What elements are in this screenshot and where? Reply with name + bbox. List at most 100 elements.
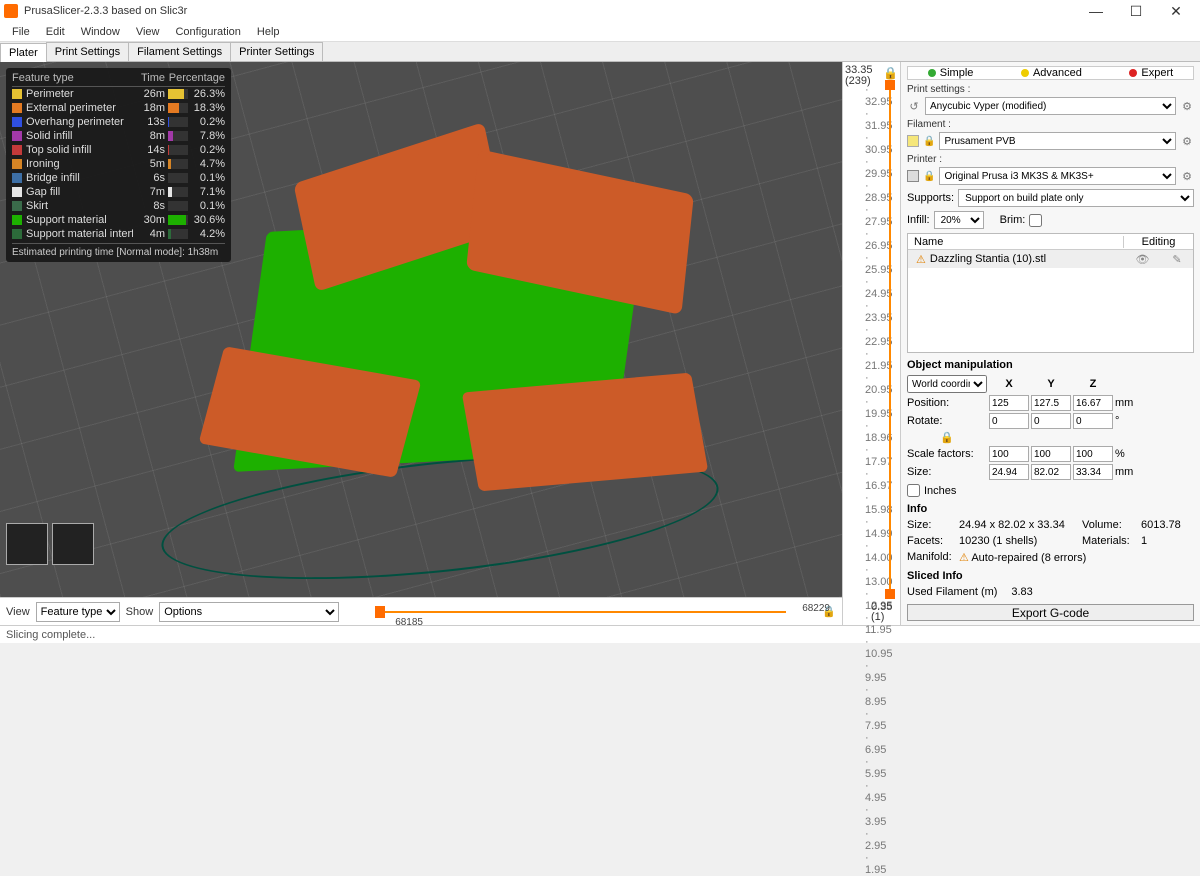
object-list: Name Editing ⚠Dazzling Stantia (10).stl … — [907, 233, 1194, 353]
info-title: Info — [907, 503, 1194, 515]
edit-icon[interactable]: ✎ — [1172, 253, 1181, 266]
mode-simple[interactable]: Simple — [928, 67, 974, 79]
tab-printer-settings[interactable]: Printer Settings — [230, 42, 323, 61]
mode-expert[interactable]: Expert — [1129, 67, 1173, 79]
feature-swatch — [12, 159, 22, 169]
tab-print-settings[interactable]: Print Settings — [46, 42, 129, 61]
ruler-tick: · 6.95 — [865, 732, 893, 756]
warning-icon: ⚠ — [916, 253, 926, 266]
ruler-tick: · 5.95 — [865, 756, 893, 780]
rot-y[interactable] — [1031, 413, 1071, 429]
minimize-button[interactable]: — — [1076, 0, 1116, 22]
view-layers-icon[interactable] — [52, 523, 94, 565]
layer-slider[interactable]: 33.35 (239) 🔒 · 32.95· 31.95· 30.95· 29.… — [842, 62, 900, 625]
slider-handle[interactable] — [375, 606, 385, 618]
legend-hdr-type: Feature type — [12, 72, 133, 84]
status-bar: Slicing complete... — [0, 625, 1200, 643]
menu-file[interactable]: File — [4, 24, 38, 40]
gear-icon[interactable]: ⚙ — [1180, 170, 1194, 183]
rot-z[interactable] — [1073, 413, 1113, 429]
print-settings-select[interactable]: Anycubic Vyper (modified) — [925, 97, 1176, 115]
size-x[interactable] — [989, 464, 1029, 480]
ruler-tick: · 10.95 — [865, 636, 893, 660]
estimate-text: Estimated printing time [Normal mode]: 1… — [12, 243, 225, 258]
slider-handle-top[interactable] — [885, 80, 895, 90]
export-gcode-button[interactable]: Export G-code — [907, 604, 1194, 621]
mode-advanced[interactable]: Advanced — [1021, 67, 1082, 79]
lock-icon[interactable]: 🔒 — [907, 431, 987, 444]
printer-label: Printer : — [907, 154, 1194, 165]
pos-x[interactable] — [989, 395, 1029, 411]
scale-z[interactable] — [1073, 446, 1113, 462]
mode-selector: Simple Advanced Expert — [907, 66, 1194, 80]
menu-view[interactable]: View — [128, 24, 168, 40]
menu-window[interactable]: Window — [73, 24, 128, 40]
object-row[interactable]: ⚠Dazzling Stantia (10).stl 👁✎ — [908, 250, 1193, 268]
infill-label: Infill: — [907, 214, 930, 226]
feature-row[interactable]: Solid infill 8m 7.8% — [12, 129, 225, 143]
printer-select[interactable]: Original Prusa i3 MK3S & MK3S+ — [939, 167, 1176, 185]
feature-row[interactable]: Gap fill 7m 7.1% — [12, 185, 225, 199]
slider-below-value: 68185 — [395, 617, 423, 628]
3d-viewport[interactable]: Feature type Time Percentage Perimeter 2… — [0, 62, 842, 625]
feature-row[interactable]: Perimeter 26m 26.3% — [12, 87, 225, 101]
inches-checkbox[interactable] — [907, 484, 920, 497]
coords-select[interactable]: World coordinates — [907, 375, 987, 393]
horizontal-slider-bar: View Feature type Show Options 68229 681… — [0, 597, 842, 625]
pos-y[interactable] — [1031, 395, 1071, 411]
feature-row[interactable]: Ironing 5m 4.7% — [12, 157, 225, 171]
feature-swatch — [12, 103, 22, 113]
feature-swatch — [12, 89, 22, 99]
tab-filament-settings[interactable]: Filament Settings — [128, 42, 231, 61]
right-panel: Simple Advanced Expert Print settings : … — [900, 62, 1200, 625]
ruler-tick: · 1.95 — [865, 852, 893, 876]
window-title: PrusaSlicer-2.3.3 based on Slic3r — [24, 5, 1076, 17]
close-button[interactable]: ✕ — [1156, 0, 1196, 22]
size-z[interactable] — [1073, 464, 1113, 480]
feature-swatch — [12, 229, 22, 239]
filament-label: Filament : — [907, 119, 1194, 130]
feature-row[interactable]: Top solid infill 14s 0.2% — [12, 143, 225, 157]
feature-row[interactable]: Overhang perimeter 13s 0.2% — [12, 115, 225, 129]
pos-z[interactable] — [1073, 395, 1113, 411]
slider-handle-bottom[interactable] — [885, 589, 895, 599]
feature-row[interactable]: Support material interface 4m 4.2% — [12, 227, 225, 241]
feature-row[interactable]: Bridge infill 6s 0.1% — [12, 171, 225, 185]
scale-y[interactable] — [1031, 446, 1071, 462]
infill-select[interactable]: 20% — [934, 211, 984, 229]
feature-swatch — [12, 187, 22, 197]
gear-icon[interactable]: ⚙ — [1180, 135, 1194, 148]
title-bar: PrusaSlicer-2.3.3 based on Slic3r — ☐ ✕ — [0, 0, 1200, 22]
unlock-icon[interactable]: ↺ — [907, 100, 921, 113]
feature-swatch — [12, 131, 22, 141]
tab-plater[interactable]: Plater — [0, 43, 47, 62]
filament-color-swatch[interactable] — [907, 135, 919, 147]
size-y[interactable] — [1031, 464, 1071, 480]
menu-help[interactable]: Help — [249, 24, 288, 40]
supports-label: Supports: — [907, 192, 954, 204]
eye-icon[interactable]: 👁 — [1135, 253, 1149, 266]
filament-select[interactable]: Prusament PVB — [939, 132, 1176, 150]
rot-x[interactable] — [989, 413, 1029, 429]
brim-checkbox[interactable] — [1029, 214, 1042, 227]
view-cube-icon[interactable] — [6, 523, 48, 565]
show-label: Show — [126, 606, 154, 618]
scale-x[interactable] — [989, 446, 1029, 462]
feature-row[interactable]: External perimeter 18m 18.3% — [12, 101, 225, 115]
supports-select[interactable]: Support on build plate only — [958, 189, 1194, 207]
menu-configuration[interactable]: Configuration — [167, 24, 248, 40]
feature-row[interactable]: Support material 30m 30.6% — [12, 213, 225, 227]
ruler-tick: · 3.95 — [865, 804, 893, 828]
maximize-button[interactable]: ☐ — [1116, 0, 1156, 22]
lock-icon[interactable]: 🔒 — [883, 66, 898, 80]
lock-icon: 🔒 — [923, 171, 935, 182]
show-select[interactable]: Options — [159, 602, 339, 622]
menu-edit[interactable]: Edit — [38, 24, 73, 40]
gear-icon[interactable]: ⚙ — [1180, 100, 1194, 113]
model-part — [462, 373, 709, 492]
feature-row[interactable]: Skirt 8s 0.1% — [12, 199, 225, 213]
ruler-tick: · 2.95 — [865, 828, 893, 852]
horizontal-slider[interactable]: 68229 68185 — [375, 611, 786, 613]
view-select[interactable]: Feature type — [36, 602, 120, 622]
ruler-tick: · 4.95 — [865, 780, 893, 804]
